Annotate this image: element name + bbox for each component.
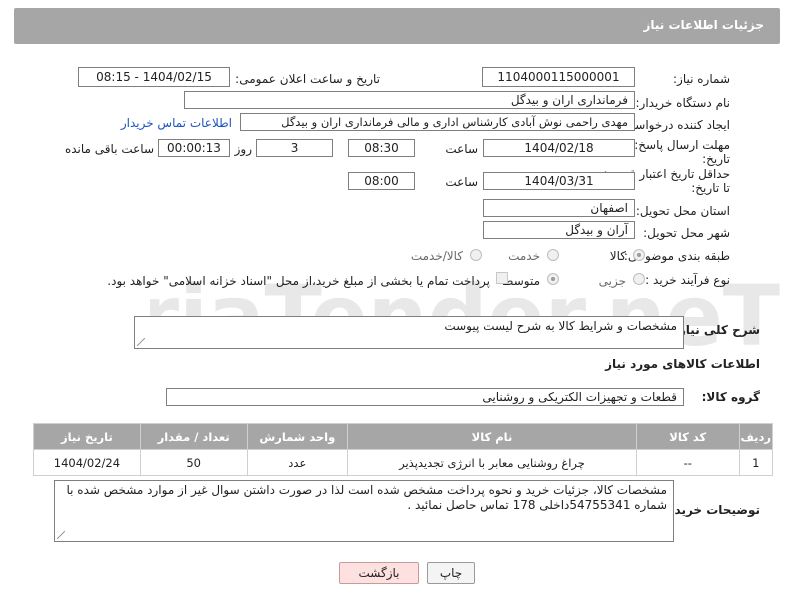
page-title: جزئیات اطلاعات نیاز: [643, 18, 764, 32]
remaining-time-field: 00:00:13: [158, 139, 230, 157]
reply-date-field: 1404/02/18: [483, 139, 635, 157]
cell-row-number: 1: [738, 449, 774, 476]
buyer-notes-text: مشخصات کالا، جزئیات خرید و نحوه پرداخت م…: [66, 483, 667, 512]
goods-group-field: قطعات و تجهیزات الکتریکی و روشنایی: [166, 388, 684, 406]
print-button[interactable]: چاپ: [427, 562, 475, 584]
requester-label: ایجاد کننده درخواست:: [619, 118, 730, 132]
reply-time-field: 08:30: [348, 139, 415, 157]
delivery-province-label: استان محل تحویل:: [635, 204, 730, 218]
goods-table-header: ردیف کد کالا نام کالا واحد شمارش تعداد /…: [33, 423, 774, 450]
delivery-province-field: اصفهان: [483, 199, 635, 217]
buyer-org-label: نام دستگاه خریدار:: [635, 96, 731, 110]
col-header-quantity: تعداد / مقدار: [139, 423, 248, 450]
treasury-bonds-text: پرداخت تمام یا بخشی از مبلغ خرید،از محل …: [107, 274, 490, 288]
purchase-type-label: نوع فرآیند خرید :: [645, 273, 730, 287]
reply-deadline-label: مهلت ارسال پاسخ: تا: [623, 138, 730, 152]
category-radio-goods-service[interactable]: [470, 249, 482, 261]
summary-textarea: مشخصات و شرایط کالا به شرح لیست پیوست: [134, 316, 684, 349]
cell-need-date: 1404/02/24: [33, 449, 141, 476]
requester-field: مهدی راحمی نوش آبادی کارشناس اداری و مال…: [240, 113, 635, 131]
category-option-goods-service: کالا/خدمت: [410, 249, 463, 263]
need-number-label: شماره نیاز:: [673, 72, 730, 86]
price-validity-time-field: 08:00: [348, 172, 415, 190]
col-header-row-number: ردیف: [738, 423, 774, 450]
col-header-goods-name: نام کالا: [347, 423, 637, 450]
col-header-need-date: تاریخ نیاز: [33, 423, 141, 450]
delivery-city-field: آران و بیدگل: [483, 221, 635, 239]
announce-datetime-label: تاریخ و ساعت اعلان عمومی:: [235, 72, 380, 86]
purchase-type-radio-medium[interactable]: [547, 273, 559, 285]
col-header-unit: واحد شمارش: [246, 423, 349, 450]
cell-unit: عدد: [246, 449, 349, 476]
buyer-contact-link[interactable]: اطلاعات تماس خریدار: [121, 116, 232, 130]
buyer-notes-textarea: مشخصات کالا، جزئیات خرید و نحوه پرداخت م…: [54, 480, 674, 542]
back-button[interactable]: بازگشت: [339, 562, 419, 584]
cell-goods-code: --: [635, 449, 740, 476]
purchase-type-radio-minor[interactable]: [633, 273, 645, 285]
remaining-time-label: ساعت باقی مانده: [64, 142, 154, 156]
category-option-service: خدمت: [508, 249, 540, 263]
need-number-field: 1104000115000001: [482, 67, 635, 87]
summary-text: مشخصات و شرایط کالا به شرح لیست پیوست: [444, 319, 677, 333]
goods-table: ردیف کد کالا نام کالا واحد شمارش تعداد /…: [33, 423, 774, 476]
summary-label: شرح کلی نیاز:: [674, 323, 760, 337]
reply-days-field: 3: [256, 139, 333, 157]
resize-handle-icon[interactable]: [137, 338, 145, 346]
announce-datetime-field: 1404/02/15 - 08:15: [78, 67, 230, 87]
delivery-city-label: شهر محل تحویل:: [643, 226, 730, 240]
reply-time-label: ساعت: [445, 142, 478, 156]
watermark-logo: AriaTender.neT: [150, 267, 780, 365]
cell-goods-name: چراغ روشنایی معابر با انرژی تجدیدپذیر: [347, 449, 637, 476]
reply-deadline-label-2: تاریخ:: [702, 152, 730, 166]
category-radio-goods[interactable]: [633, 249, 645, 261]
goods-group-label: گروه کالا:: [701, 390, 760, 404]
purchase-type-option-minor: جزیی: [598, 274, 626, 288]
cell-quantity: 50: [139, 449, 248, 476]
table-row: 1 -- چراغ روشنایی معابر با انرژی تجدیدپذ…: [33, 449, 774, 476]
treasury-bonds-checkbox[interactable]: [496, 272, 508, 284]
price-validity-label-2: تا تاریخ:: [691, 181, 730, 195]
category-radio-service[interactable]: [547, 249, 559, 261]
resize-handle-icon[interactable]: [57, 531, 65, 539]
buyer-org-field: فرمانداری اران و بیدگل: [184, 91, 635, 109]
price-validity-date-field: 1404/03/31: [483, 172, 635, 190]
price-validity-time-label: ساعت: [445, 175, 478, 189]
goods-section-title: اطلاعات کالاهای مورد نیاز: [605, 357, 760, 371]
page-header: جزئیات اطلاعات نیاز: [14, 8, 780, 44]
col-header-goods-code: کد کالا: [635, 423, 740, 450]
category-option-goods: کالا: [609, 249, 626, 263]
